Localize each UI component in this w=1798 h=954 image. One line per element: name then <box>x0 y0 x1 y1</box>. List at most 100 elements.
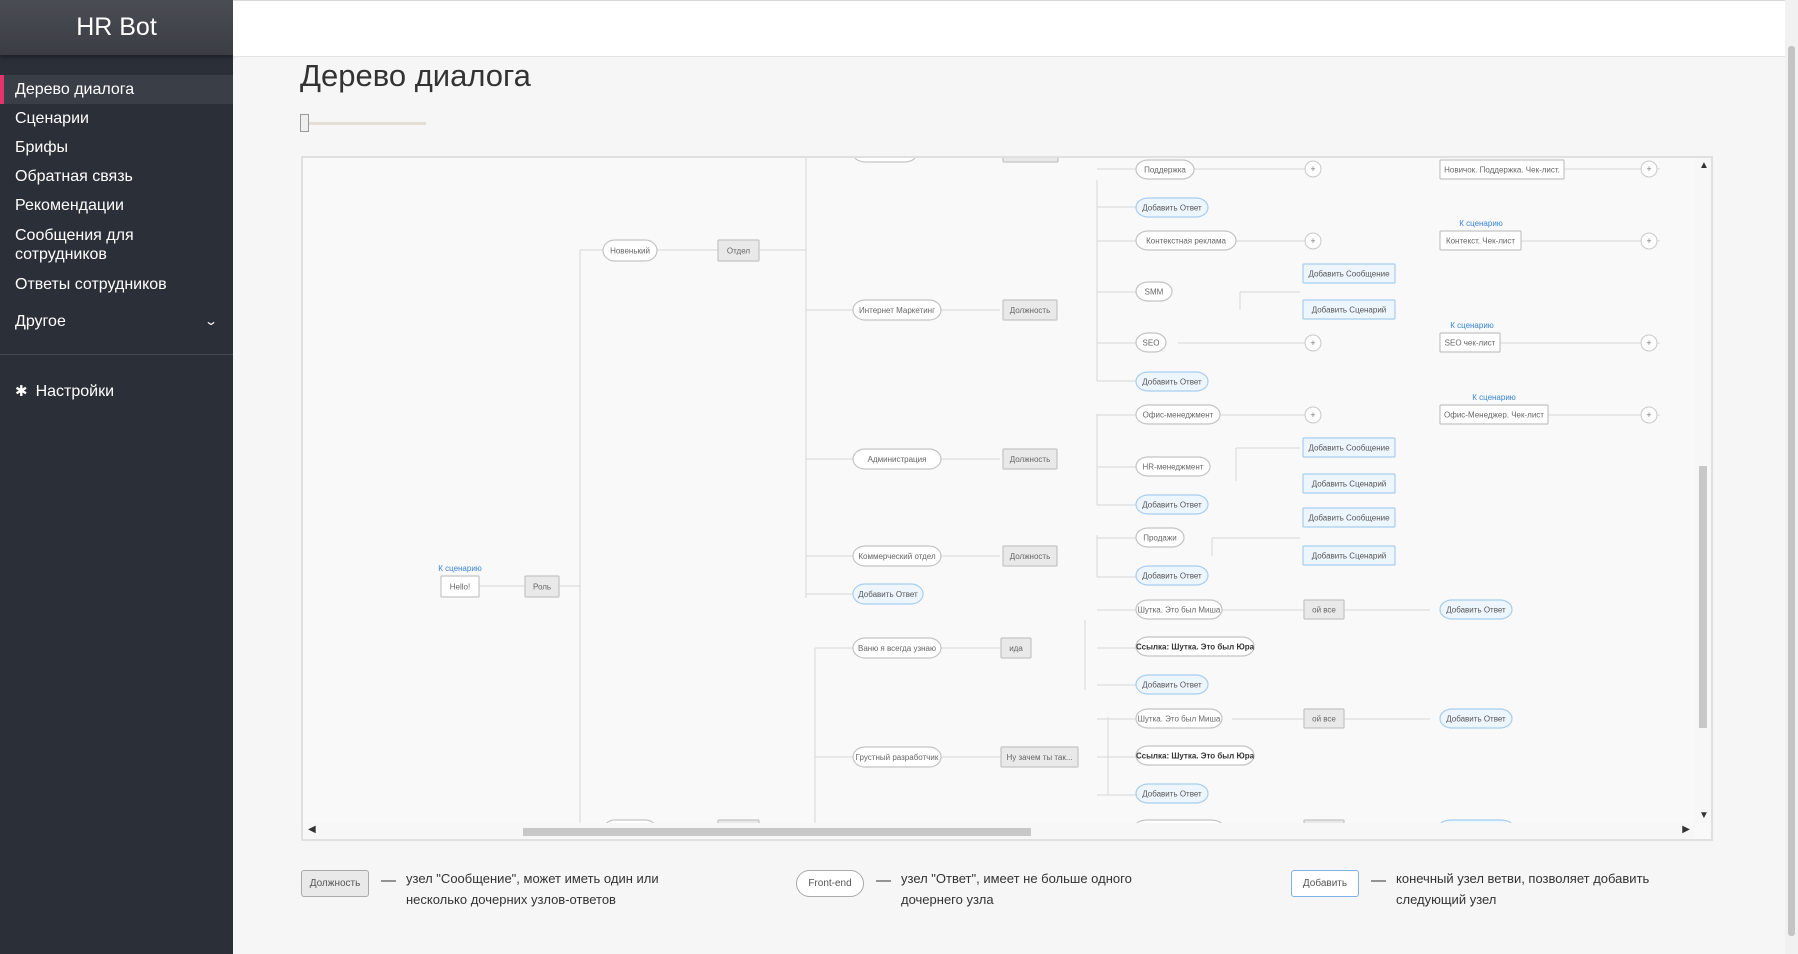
leaf-node-15[interactable]: Ссылка: Шутка. Это был Юра <box>1135 745 1255 766</box>
sidebar-item-scenarios[interactable]: Сценарии <box>0 104 233 133</box>
sidebar-item-recommendations[interactable]: Рекомендации <box>0 191 233 220</box>
role-node[interactable]: Роль <box>524 575 560 598</box>
leaf-node-16[interactable]: Добавить Ответ <box>1135 783 1209 804</box>
sidebar-item-employee-messages[interactable]: Сообщения для сотрудников <box>0 220 233 270</box>
add-scenario-node[interactable]: Добавить Сценарий <box>1302 299 1396 320</box>
legend-add-node: Добавить — конечный узел ветви, позволяе… <box>1291 870 1686 910</box>
scroll-up-arrow-icon[interactable]: ▲ <box>1699 160 1709 171</box>
plus-icon[interactable]: + <box>1304 334 1322 352</box>
add-answer-node[interactable]: Добавить Ответ <box>1439 708 1513 729</box>
leaf-node-9[interactable]: Продажи <box>1135 527 1185 548</box>
sidebar-item-feedback[interactable]: Обратная связь <box>0 162 233 191</box>
leaf-node-12[interactable]: Ссылка: Шутка. Это был Юра <box>1135 636 1255 657</box>
scroll-left-arrow-icon[interactable]: ◀ <box>308 824 316 835</box>
app-title[interactable]: HR Bot <box>0 0 233 55</box>
zoom-handle[interactable] <box>300 114 309 132</box>
novice-node[interactable]: Новенький <box>602 239 658 262</box>
to-scenario-link[interactable]: К сценарию <box>1450 321 1494 330</box>
scroll-down-arrow-icon[interactable]: ▼ <box>1699 810 1709 821</box>
page-scrollbar[interactable] <box>1785 0 1798 954</box>
add-message-node[interactable]: Добавить Сообщение <box>1302 263 1396 284</box>
branch-node-3[interactable]: Добавить Ответ <box>852 583 924 605</box>
checklist-node-2[interactable]: SEO чек-лист <box>1439 332 1501 353</box>
legend-sample-message: Должность <box>301 870 369 897</box>
branch-msg-2[interactable]: Должность <box>1002 545 1058 567</box>
dept-node[interactable]: Отдел <box>717 239 760 262</box>
sidebar-item-dialog-tree[interactable]: Дерево диалога <box>0 75 233 104</box>
leaf-node-0-label: Поддержка <box>1144 166 1186 175</box>
branch-node-2-label: Коммерческий отдел <box>858 552 936 561</box>
branch-node-5[interactable]: Грустный разработчик <box>852 746 942 768</box>
dept-node-label: Отдел <box>727 247 750 256</box>
plus-icon[interactable]: + <box>1640 232 1658 250</box>
leaf-node-2[interactable]: Контекстная реклама <box>1135 230 1237 251</box>
sidebar-item-settings[interactable]: ✱ Настройки <box>0 377 233 406</box>
branch-node-4[interactable]: Ваню я всегда узнаю <box>852 637 942 659</box>
checklist-node-0[interactable]: Новичок. Поддержка. Чек-лист. <box>1439 159 1565 180</box>
oy-vse-node[interactable]: ой все <box>1303 599 1345 620</box>
plus-icon-glyph: + <box>1310 164 1315 174</box>
add-message-node[interactable]: Добавить Сообщение <box>1302 507 1396 528</box>
root-node[interactable]: Hello! <box>440 575 480 598</box>
leaf-node-10[interactable]: Добавить Ответ <box>1135 565 1209 586</box>
legend-sample-add: Добавить <box>1291 870 1359 897</box>
plus-icon[interactable]: + <box>1640 160 1658 178</box>
add-scenario-node[interactable]: Добавить Сценарий <box>1302 545 1396 566</box>
checklist-node-1[interactable]: Контекст. Чек-лист <box>1439 230 1522 251</box>
cut-node-2[interactable] <box>1002 158 1059 163</box>
dialog-tree-canvas[interactable]: К сценарию Hello! Роль Новенький Отдел Интерн… <box>301 156 1713 841</box>
add-scenario-node[interactable]: Добавить Сценарий <box>1302 473 1396 494</box>
leaf-node-5[interactable]: Добавить Ответ <box>1135 371 1209 392</box>
branch-msg-5[interactable]: Ну зачем ты так... <box>1000 746 1079 768</box>
leaf-node-6[interactable]: Офис-менеджмент <box>1135 404 1221 425</box>
leaf-node-4[interactable]: SEO <box>1135 332 1167 353</box>
cut-node-1-box[interactable] <box>854 158 916 163</box>
leaf-node-0[interactable]: Поддержка <box>1135 159 1195 180</box>
checklist-node-3[interactable]: Офис-Менеджер. Чек-лист <box>1439 404 1549 425</box>
branch-msg-5-label: Ну зачем ты так... <box>1006 753 1072 762</box>
add-scenario-node-label: Добавить Сценарий <box>1312 552 1387 561</box>
leaf-node-13[interactable]: Добавить Ответ <box>1135 674 1209 695</box>
leaf-node-11[interactable]: Шутка. Это был Миша <box>1135 599 1223 620</box>
zoom-slider[interactable] <box>300 114 426 132</box>
scrollbar-thumb[interactable] <box>1788 46 1795 936</box>
cut-node-1[interactable] <box>854 158 916 163</box>
sidebar-item-briefs[interactable]: Брифы <box>0 133 233 162</box>
to-scenario-link[interactable]: К сценарию <box>438 564 482 573</box>
branch-node-1-label: Администрация <box>868 455 927 464</box>
leaf-node-3[interactable]: SMM <box>1135 281 1173 302</box>
branch-node-2[interactable]: Коммерческий отдел <box>852 545 942 567</box>
scrollbar-thumb[interactable] <box>523 828 1031 836</box>
tree-horizontal-scrollbar[interactable]: ◀ ▶ <box>303 823 1695 839</box>
leaf-node-1[interactable]: Добавить Ответ <box>1135 197 1209 218</box>
sidebar-item-other[interactable]: Другое ⌄ <box>0 307 233 336</box>
to-scenario-link[interactable]: К сценарию <box>1472 393 1516 402</box>
leaf-node-7[interactable]: HR-менеджмент <box>1135 456 1211 477</box>
zoom-track[interactable] <box>306 122 426 125</box>
leaf-node-14-label: Шутка. Это был Миша <box>1138 715 1221 724</box>
branch-msg-4-label: ида <box>1009 644 1023 653</box>
branch-node-0[interactable]: Интернет Маркетинг <box>852 299 942 321</box>
plus-icon[interactable]: + <box>1304 160 1322 178</box>
sidebar-item-employee-answers[interactable]: Ответы сотрудников <box>0 270 233 299</box>
tree-vertical-scrollbar[interactable]: ▲ ▼ <box>1695 158 1711 823</box>
branch-msg-4[interactable]: ида <box>1000 637 1032 659</box>
plus-icon[interactable]: + <box>1304 406 1322 424</box>
oy-vse-node[interactable]: ой все <box>1303 708 1345 729</box>
branch-node-1[interactable]: Администрация <box>852 448 942 470</box>
legend-text: конечный узел ветви, позволяет добавить … <box>1396 871 1650 907</box>
scroll-right-arrow-icon[interactable]: ▶ <box>1682 824 1690 835</box>
leaf-node-14[interactable]: Шутка. Это был Миша <box>1135 708 1223 729</box>
branch-msg-1[interactable]: Должность <box>1002 448 1058 470</box>
to-scenario-link[interactable]: К сценарию <box>1459 219 1503 228</box>
leaf-node-12-label: Ссылка: Шутка. Это был Юра <box>1136 643 1255 652</box>
leaf-node-8[interactable]: Добавить Ответ <box>1135 494 1209 515</box>
add-message-node[interactable]: Добавить Сообщение <box>1302 437 1396 458</box>
plus-icon[interactable]: + <box>1640 334 1658 352</box>
add-answer-node[interactable]: Добавить Ответ <box>1439 599 1513 620</box>
scrollbar-thumb[interactable] <box>1699 466 1707 728</box>
plus-icon[interactable]: + <box>1640 406 1658 424</box>
plus-icon[interactable]: + <box>1304 232 1322 250</box>
branch-msg-0[interactable]: Должность <box>1002 299 1058 321</box>
cut-node-2-box[interactable] <box>1002 158 1059 163</box>
